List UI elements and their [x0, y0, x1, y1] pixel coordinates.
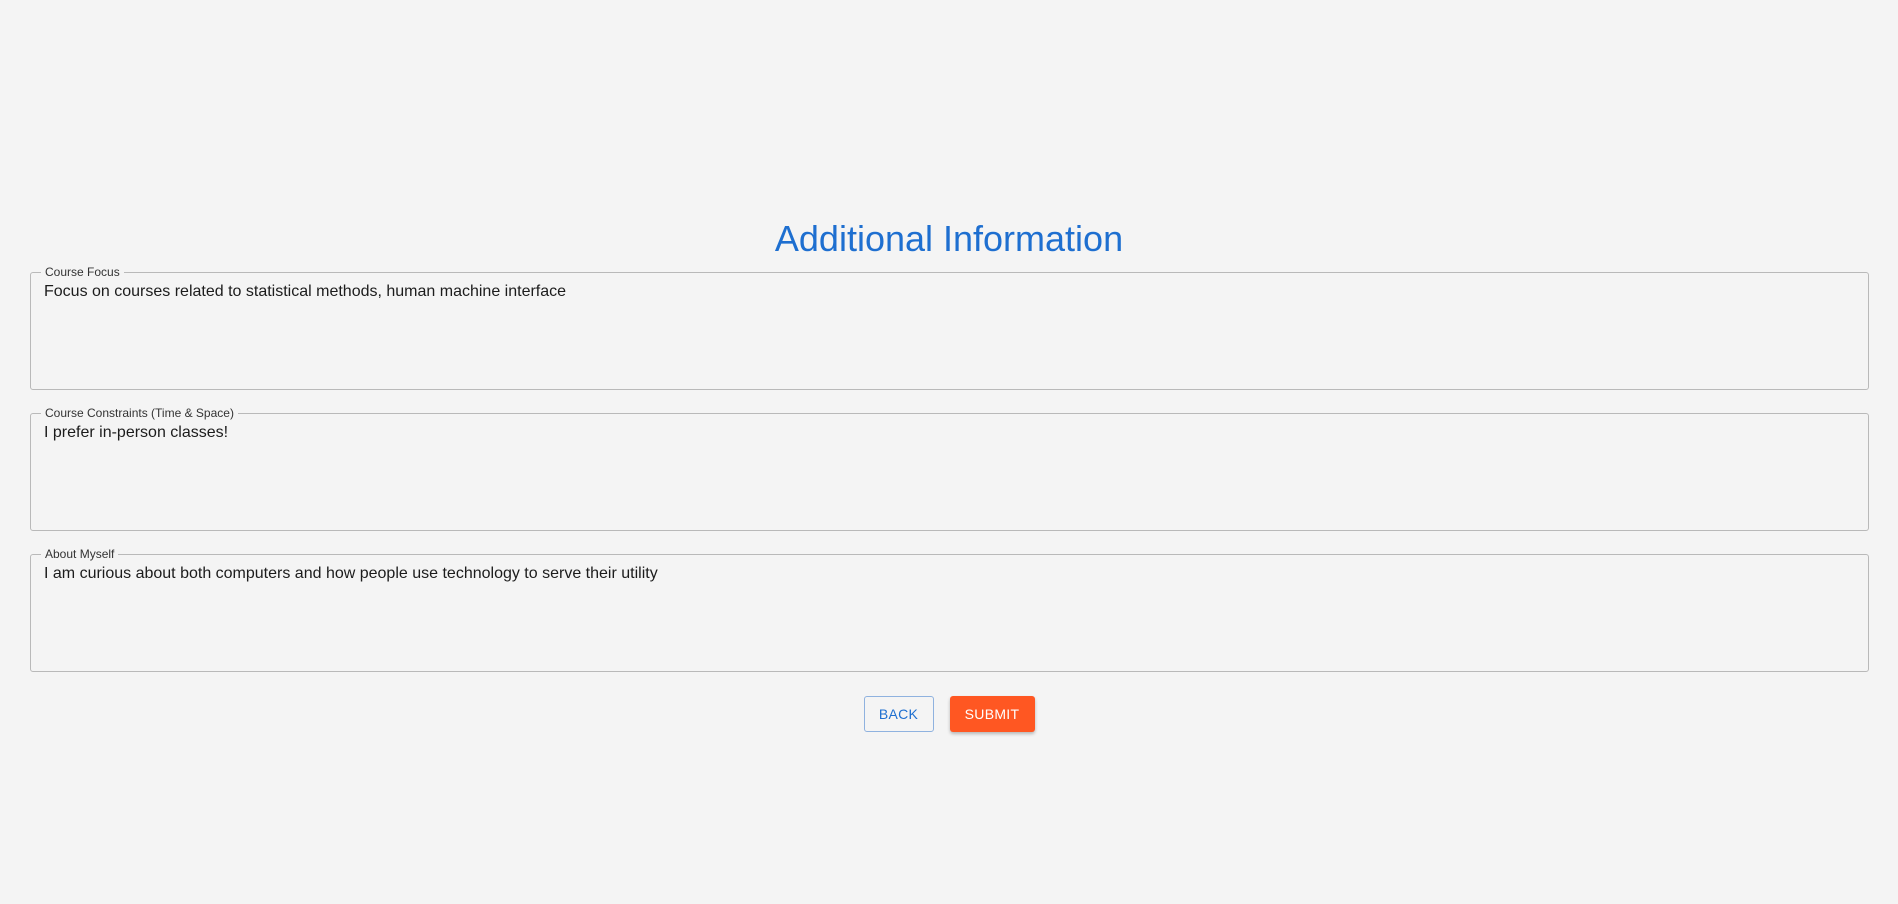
course-constraints-label: Course Constraints (Time & Space)	[45, 406, 234, 420]
course-focus-input[interactable]	[44, 282, 1854, 378]
course-constraints-input[interactable]	[44, 423, 1854, 519]
about-myself-input[interactable]	[44, 564, 1854, 660]
back-button[interactable]: BACK	[863, 696, 934, 732]
submit-button[interactable]: SUBMIT	[949, 696, 1035, 732]
course-focus-label: Course Focus	[45, 265, 120, 279]
form-actions: BACK SUBMIT	[0, 696, 1898, 732]
additional-information-page: Additional Information Course Focus Cour…	[0, 0, 1898, 904]
page-title: Additional Information	[774, 218, 1124, 259]
course-constraints-field: Course Constraints (Time & Space)	[30, 407, 1869, 531]
about-myself-field: About Myself	[30, 548, 1869, 672]
course-focus-field: Course Focus	[30, 266, 1869, 390]
about-myself-label: About Myself	[45, 547, 115, 561]
